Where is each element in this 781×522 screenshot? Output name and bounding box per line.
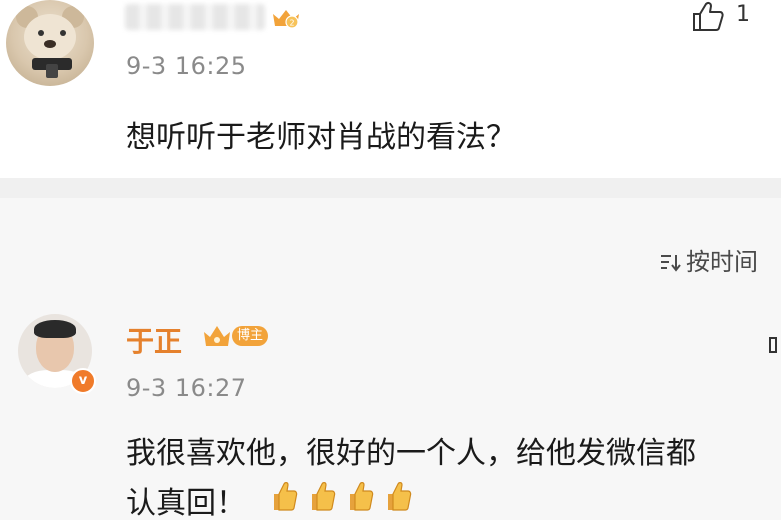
host-badge: 博主 xyxy=(202,322,270,350)
section-divider xyxy=(0,178,781,198)
emoji-row xyxy=(268,478,414,514)
author-name[interactable]: 于正 xyxy=(126,320,182,360)
bear-eye xyxy=(38,30,44,36)
crown-level-badge-icon: 2 xyxy=(273,10,299,29)
sort-icon xyxy=(661,255,681,272)
bear-tag xyxy=(46,64,58,78)
comment-text: 想听听于老师对肖战的看法？ xyxy=(126,120,516,155)
svg-text:2: 2 xyxy=(289,19,294,28)
reply-text-line2: 认真回！ xyxy=(126,486,246,521)
thumbs-up-emoji-icon xyxy=(274,482,298,511)
bear-eye xyxy=(60,30,66,36)
bear-face xyxy=(24,14,76,60)
top-comment: 2 1 9-3 16:25 想听听于老师对肖战的看法？ xyxy=(0,0,781,178)
host-badge-label: 博主 xyxy=(232,326,268,346)
verified-icon: v xyxy=(70,368,96,394)
user-avatar[interactable] xyxy=(6,0,94,86)
thumbs-up-emoji-icon xyxy=(350,482,374,511)
crown-icon xyxy=(204,326,230,346)
like-count: 1 xyxy=(736,2,750,27)
avatar-hair xyxy=(34,320,76,338)
comment-time: 9-3 16:25 xyxy=(126,52,247,80)
reply-text-line1: 我很喜欢他，很好的一个人，给他发微信都 xyxy=(126,436,696,471)
reply-time: 9-3 16:27 xyxy=(126,374,247,402)
sort-by-time-button[interactable]: 按时间 xyxy=(660,242,758,277)
thumbs-up-icon[interactable] xyxy=(690,0,726,32)
sort-label: 按时间 xyxy=(686,248,758,276)
thumbs-up-emoji-icon xyxy=(312,482,336,511)
bear-nose xyxy=(44,40,56,48)
thumbs-up-emoji-icon xyxy=(388,482,412,511)
username-blurred[interactable] xyxy=(125,4,265,30)
thumbs-up-icon[interactable] xyxy=(768,332,781,354)
